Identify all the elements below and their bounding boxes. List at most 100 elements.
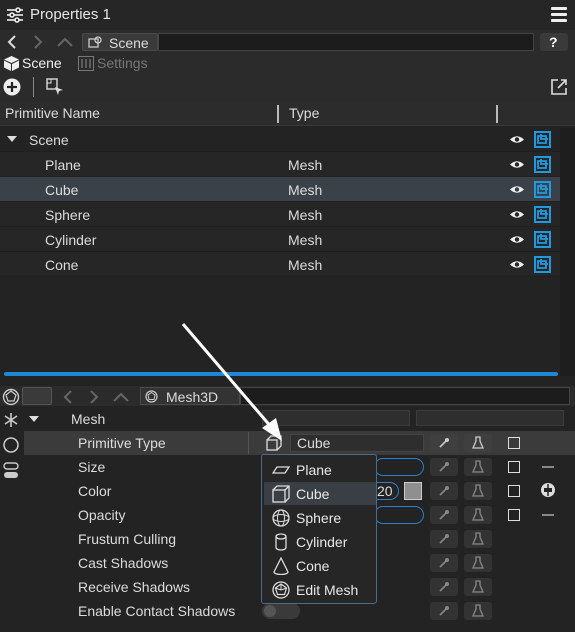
dropdown-item-cylinder[interactable]: Cylinder (264, 530, 376, 553)
flask-button[interactable] (464, 578, 492, 596)
table-row[interactable]: Sphere Mesh (0, 202, 560, 227)
column-resizer[interactable] (496, 105, 498, 123)
expand-arrow-icon[interactable] (29, 416, 39, 423)
property-row-primitive-type[interactable]: Primitive Type Cube (24, 431, 575, 455)
dropdown-item-cube[interactable]: Cube (264, 482, 376, 505)
dropdown-item-cone[interactable]: Cone (264, 554, 376, 577)
expand-arrow-icon[interactable] (7, 136, 17, 143)
sliders-icon (7, 7, 23, 23)
flask-button[interactable] (464, 482, 492, 500)
table-row[interactable]: Cone Mesh (0, 252, 560, 277)
row-type: Mesh (288, 157, 323, 173)
mesh-type-button[interactable] (22, 387, 52, 405)
override-checkbox[interactable] (508, 509, 520, 521)
table-header: Primitive Name Type (0, 102, 575, 126)
path-field[interactable] (240, 387, 570, 405)
table-row[interactable]: Cylinder Mesh (0, 227, 560, 252)
up-icon[interactable] (112, 390, 130, 404)
column-header-type[interactable]: Type (289, 105, 319, 121)
primitive-type-select[interactable]: Cube (290, 434, 424, 452)
back-icon[interactable] (62, 389, 74, 405)
color-value: 20 (377, 483, 393, 499)
dropdown-item-label: Cylinder (296, 534, 348, 550)
opacity-field[interactable] (374, 506, 424, 524)
flask-icon (472, 508, 484, 521)
link-button[interactable] (430, 530, 458, 548)
section-field[interactable] (416, 410, 564, 426)
link-button[interactable] (430, 554, 458, 572)
override-checkbox[interactable] (508, 485, 520, 497)
visibility-eye-icon[interactable] (509, 209, 525, 220)
override-checkbox[interactable] (508, 437, 520, 449)
flask-button[interactable] (464, 434, 492, 452)
instanceable-icon[interactable] (534, 256, 551, 273)
flask-icon (472, 532, 484, 545)
minus-icon[interactable] (542, 466, 554, 468)
flask-button[interactable] (464, 554, 492, 572)
instanceable-icon[interactable] (534, 156, 551, 173)
mesh-icon[interactable] (2, 388, 20, 406)
table-row-selected[interactable]: Cube Mesh (0, 177, 560, 202)
add-icon[interactable] (3, 78, 21, 96)
tab-scene[interactable]: Scene (22, 55, 62, 71)
minus-icon[interactable] (542, 514, 554, 516)
property-label: Cast Shadows (78, 555, 169, 571)
visibility-eye-icon[interactable] (509, 184, 525, 195)
vertical-scrollbar[interactable] (560, 128, 575, 376)
property-label: Frustum Culling (78, 531, 177, 547)
visibility-eye-icon[interactable] (509, 134, 525, 145)
link-button[interactable] (430, 434, 458, 452)
table-row[interactable]: Plane Mesh (0, 152, 560, 177)
asterisk-icon[interactable] (3, 412, 19, 428)
link-button[interactable] (430, 602, 458, 620)
column-resizer[interactable] (277, 105, 279, 123)
link-button[interactable] (430, 458, 458, 476)
breadcrumb[interactable]: Mesh3D (140, 387, 240, 405)
property-label: Opacity (78, 507, 126, 523)
path-field[interactable] (158, 33, 534, 51)
instanceable-icon[interactable] (534, 206, 551, 223)
link-button[interactable] (430, 506, 458, 524)
toggle-icon[interactable] (3, 462, 19, 480)
property-label: Color (78, 483, 112, 499)
flask-button[interactable] (464, 530, 492, 548)
visibility-eye-icon[interactable] (509, 259, 525, 270)
flask-icon (472, 436, 484, 449)
menu-icon[interactable] (551, 7, 567, 25)
forward-icon[interactable] (88, 389, 100, 405)
color-picker-icon[interactable] (540, 482, 556, 498)
size-field[interactable] (374, 458, 424, 476)
visibility-eye-icon[interactable] (509, 234, 525, 245)
flask-button[interactable] (464, 602, 492, 620)
instanceable-icon[interactable] (534, 231, 551, 248)
toggle-switch[interactable] (262, 603, 300, 619)
instanceable-icon[interactable] (534, 131, 551, 148)
horizontal-scrollbar[interactable] (4, 372, 558, 376)
up-icon[interactable] (56, 35, 74, 49)
link-button[interactable] (430, 482, 458, 500)
material-icon[interactable] (3, 437, 19, 453)
breadcrumb[interactable]: Scene (82, 33, 158, 51)
forward-icon[interactable] (32, 34, 44, 50)
section-field[interactable] (262, 410, 410, 426)
help-button[interactable]: ? (540, 33, 568, 51)
tab-settings[interactable]: Settings (97, 55, 148, 71)
tree-row-root[interactable]: Scene (0, 127, 560, 152)
color-swatch[interactable] (404, 482, 422, 500)
flask-button[interactable] (464, 506, 492, 524)
column-header-name[interactable]: Primitive Name (5, 105, 100, 121)
dropdown-item-plane[interactable]: Plane (264, 458, 376, 481)
open-external-icon[interactable] (550, 78, 568, 96)
override-checkbox[interactable] (508, 461, 520, 473)
back-icon[interactable] (6, 34, 18, 50)
dropdown-item-sphere[interactable]: Sphere (264, 506, 376, 529)
link-button[interactable] (430, 578, 458, 596)
select-mesh-icon[interactable] (46, 78, 64, 96)
visibility-eye-icon[interactable] (509, 159, 525, 170)
instanceable-icon[interactable] (534, 181, 551, 198)
flask-button[interactable] (464, 458, 492, 476)
section-header-mesh[interactable]: Mesh (24, 407, 575, 431)
wand-icon (439, 510, 449, 520)
dropdown-item-edit-mesh[interactable]: Edit Mesh (264, 578, 376, 601)
flask-icon (472, 484, 484, 497)
